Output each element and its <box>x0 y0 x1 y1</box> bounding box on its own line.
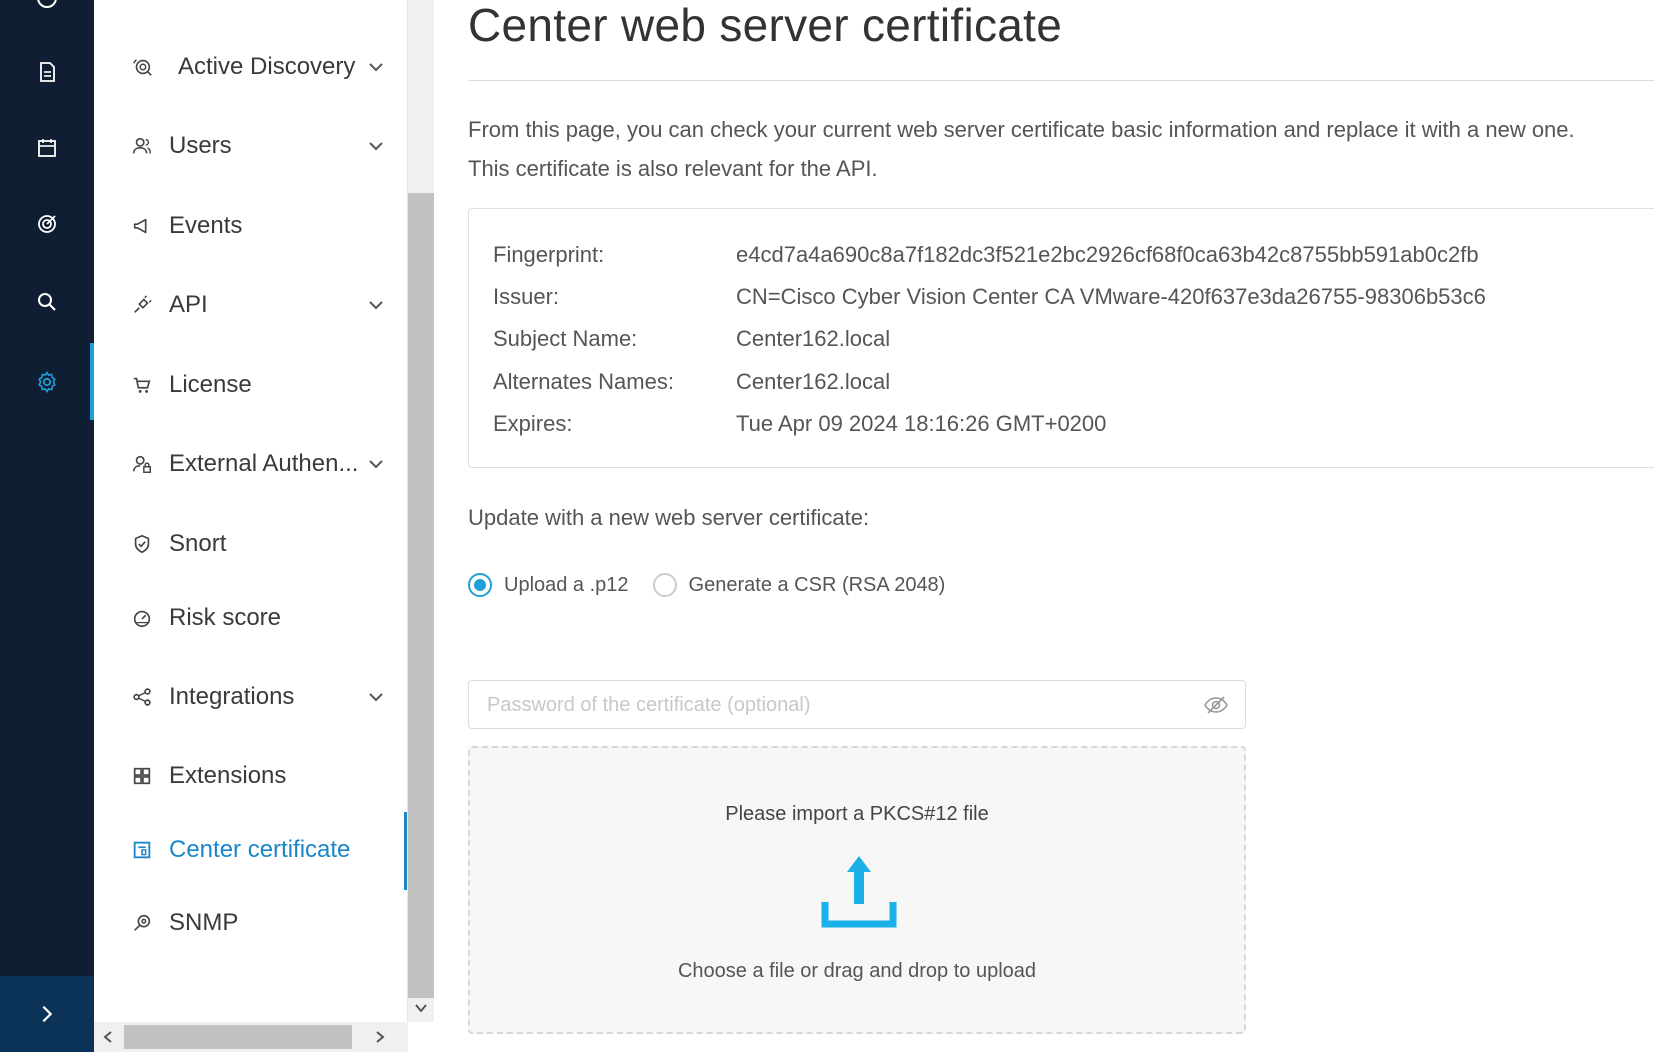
chevron-right-icon <box>42 1005 53 1023</box>
report-icon[interactable] <box>27 52 67 92</box>
alternates-value: Center162.local <box>736 369 891 394</box>
subject-label: Subject Name: <box>493 326 638 351</box>
alternates-row: Alternates Names: Center162.local <box>493 362 890 402</box>
nav-item-label: Risk score <box>169 604 282 631</box>
issuer-row: Issuer: CN=Cisco Cyber Vision Center CA … <box>493 277 1486 317</box>
dropzone-instructions: Choose a file or drag and drop to upload <box>677 960 1037 982</box>
description-line-1: From this page, you can check your curre… <box>468 117 1575 142</box>
nav-item-label: Users <box>169 132 232 159</box>
nav-item-label: External Authen... <box>169 450 359 477</box>
nav-item-license[interactable]: License <box>94 355 407 415</box>
certificate-password-field[interactable] <box>468 680 1246 729</box>
fingerprint-label: Fingerprint: <box>493 242 605 267</box>
chevron-down-icon[interactable] <box>366 687 386 707</box>
expand-rail-button[interactable] <box>0 976 94 1052</box>
nav-item-active-discovery[interactable]: Active Discovery <box>94 37 407 97</box>
chevron-left-icon <box>103 1031 112 1043</box>
shield-check-icon <box>130 532 154 556</box>
discovery-icon <box>130 55 154 79</box>
chevron-down-icon <box>415 1004 427 1013</box>
nav-item-extensions[interactable]: Extensions <box>94 746 407 806</box>
gear-icon[interactable] <box>27 362 67 402</box>
title-divider <box>468 80 1654 81</box>
nav-item-label: Center certificate <box>169 836 351 863</box>
chevron-down-icon[interactable] <box>366 454 386 474</box>
nav-item-label: SNMP <box>169 909 239 936</box>
subject-value: Center162.local <box>736 326 891 351</box>
certificate-icon <box>130 838 154 862</box>
nav-item-snmp[interactable]: SNMP <box>94 893 407 953</box>
settings-nav: Active Discovery Users Events API Licens… <box>94 0 408 1052</box>
generate-csr-radio[interactable]: Generate a CSR (RSA 2048) <box>652 573 946 597</box>
radio-circle[interactable] <box>652 573 677 597</box>
update-section-label: Update with a new web server certificate… <box>468 505 870 530</box>
alternates-label: Alternates Names: <box>493 369 674 394</box>
nav-item-integrations[interactable]: Integrations <box>94 667 407 727</box>
upload-p12-label[interactable]: Upload a .p12 <box>504 574 629 597</box>
certificate-info-panel: Fingerprint: e4cd7a4a690c8a7f182dc3f521e… <box>468 208 1654 468</box>
megaphone-icon <box>130 214 154 238</box>
upload-icon[interactable] <box>819 854 899 930</box>
scroll-left-arrow[interactable] <box>94 1022 122 1052</box>
expires-value: Tue Apr 09 2024 18:16:26 GMT+0200 <box>736 411 1107 436</box>
eye-off-icon[interactable] <box>1203 693 1229 717</box>
subject-row: Subject Name: Center162.local <box>493 319 890 359</box>
scrollbar-thumb[interactable] <box>408 193 434 998</box>
nav-item-external-authentication[interactable]: External Authen... <box>94 434 407 494</box>
nav-item-label: Events <box>169 212 243 239</box>
nav-horizontal-scrollbar[interactable] <box>94 1022 408 1052</box>
chevron-right-icon <box>376 1031 385 1043</box>
nav-item-events[interactable]: Events <box>94 196 407 256</box>
page-description: From this page, you can check your curre… <box>468 110 1575 188</box>
nav-item-center-certificate[interactable]: Center certificate <box>94 812 407 890</box>
issuer-label: Issuer: <box>493 284 560 309</box>
fingerprint-row: Fingerprint: e4cd7a4a690c8a7f182dc3f521e… <box>493 235 1479 275</box>
target-icon[interactable] <box>27 204 67 244</box>
nav-item-label: Active Discovery <box>178 53 356 80</box>
share-icon <box>130 685 154 709</box>
expires-row: Expires: Tue Apr 09 2024 18:16:26 GMT+02… <box>493 404 1106 444</box>
nav-vertical-scrollbar[interactable] <box>408 0 434 1022</box>
expires-label: Expires: <box>493 411 573 436</box>
issuer-value: CN=Cisco Cyber Vision Center CA VMware-4… <box>736 284 1486 309</box>
scroll-down-arrow[interactable] <box>408 994 434 1022</box>
nav-item-label: Integrations <box>169 683 295 710</box>
certificate-method-radio-group: Upload a .p12 Generate a CSR (RSA 2048) <box>468 568 969 602</box>
app-rail <box>0 0 94 1052</box>
fingerprint-value: e4cd7a4a690c8a7f182dc3f521e2bc2926cf68f0… <box>736 242 1479 267</box>
calendar-icon[interactable] <box>27 128 67 168</box>
grid-icon <box>130 764 154 788</box>
chevron-down-icon[interactable] <box>366 136 386 156</box>
generate-csr-label[interactable]: Generate a CSR (RSA 2048) <box>689 574 946 597</box>
radio-circle-checked[interactable] <box>468 573 492 597</box>
users-icon <box>130 134 154 158</box>
plug-icon <box>130 293 154 317</box>
search-icon[interactable] <box>27 282 67 322</box>
top-partial-icon[interactable] <box>27 0 67 18</box>
certificate-password-input[interactable] <box>487 689 1177 721</box>
upload-p12-radio[interactable]: Upload a .p12 <box>468 573 629 597</box>
nav-item-label: License <box>169 371 252 398</box>
scroll-right-arrow[interactable] <box>366 1022 394 1052</box>
user-lock-icon <box>130 452 154 476</box>
nav-item-snort[interactable]: Snort <box>94 514 407 574</box>
chevron-down-icon[interactable] <box>366 57 386 77</box>
file-dropzone[interactable]: Please import a PKCS#12 file Choose a fi… <box>468 746 1246 1034</box>
nav-item-api[interactable]: API <box>94 275 407 335</box>
page-title: Center web server certificate <box>468 0 1063 51</box>
chevron-down-icon[interactable] <box>366 295 386 315</box>
snmp-icon <box>130 911 154 935</box>
nav-item-risk-score[interactable]: Risk score <box>94 588 407 648</box>
gauge-icon <box>130 606 154 630</box>
main-content: Center web server certificate From this … <box>434 0 1654 1052</box>
cart-icon <box>130 373 154 397</box>
nav-item-users[interactable]: Users <box>94 116 407 176</box>
nav-item-label: Snort <box>169 530 227 557</box>
nav-item-label: Extensions <box>169 762 287 789</box>
scrollbar-thumb[interactable] <box>124 1025 352 1049</box>
dropzone-title: Please import a PKCS#12 file <box>725 803 989 825</box>
nav-item-label: API <box>169 291 208 318</box>
description-line-2: This certificate is also relevant for th… <box>468 156 878 181</box>
